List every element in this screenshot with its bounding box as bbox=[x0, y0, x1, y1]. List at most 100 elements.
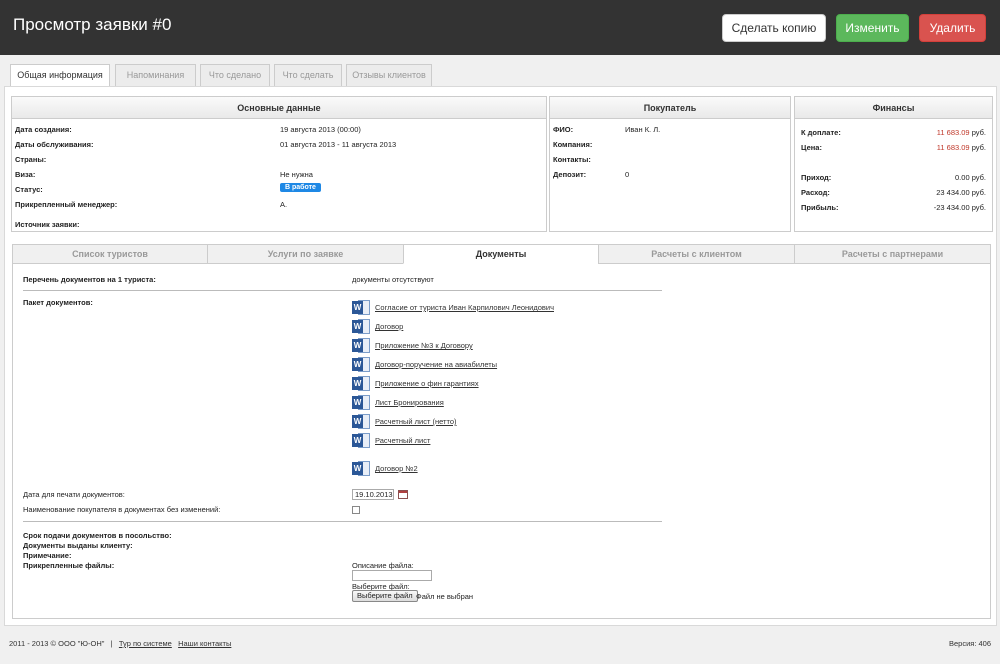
tab-done[interactable]: Что сделано bbox=[200, 64, 270, 86]
word-icon: W bbox=[352, 432, 371, 449]
buyer-title: Покупатель bbox=[550, 97, 790, 119]
main-data-title: Основные данные bbox=[12, 97, 546, 119]
divider bbox=[23, 290, 662, 291]
document-link[interactable]: Договор №2 bbox=[375, 464, 418, 473]
issued-label: Документы выданы клиенту: bbox=[23, 541, 133, 550]
subtab-partner-payments[interactable]: Расчеты с партнерами bbox=[794, 244, 991, 264]
status-cell: В работе bbox=[280, 182, 321, 192]
note-label: Примечание: bbox=[23, 551, 72, 560]
word-icon: W bbox=[352, 337, 371, 354]
visa-value: Не нужна bbox=[280, 170, 313, 179]
calendar-icon[interactable] bbox=[398, 490, 408, 499]
source-label: Источник заявки: bbox=[15, 220, 80, 229]
choose-file-button[interactable]: Выберите файл bbox=[352, 590, 418, 602]
file-desc-input[interactable] bbox=[352, 570, 432, 581]
word-icon: W bbox=[352, 413, 371, 430]
edit-button[interactable]: Изменить bbox=[836, 14, 909, 42]
docs-list-label: Перечень документов на 1 туриста: bbox=[23, 275, 156, 284]
document-link[interactable]: Расчетный лист bbox=[375, 436, 430, 445]
footer-left: 2011 - 2013 © ООО "Ю-ОН" | Тур по систем… bbox=[9, 639, 231, 648]
word-icon: W bbox=[352, 356, 371, 373]
top-bar: Просмотр заявки #0 Сделать копию Изменит… bbox=[0, 0, 1000, 55]
docs-list-value: документы отсутствуют bbox=[352, 275, 434, 284]
created-date-label: Дата создания: bbox=[15, 125, 72, 134]
status-label: Статус: bbox=[15, 185, 43, 194]
deposit-value: 0 bbox=[625, 170, 630, 179]
finance-panel: Финансы К доплате: 11 683.09 руб. Цена: … bbox=[794, 96, 993, 232]
copyright: 2011 - 2013 © ООО "Ю-ОН" bbox=[9, 639, 105, 648]
document-link[interactable]: Приложение о фин гарантиях bbox=[375, 379, 479, 388]
document-link[interactable]: Договор bbox=[375, 322, 403, 331]
price-currency: руб. bbox=[971, 143, 986, 152]
footer: 2011 - 2013 © ООО "Ю-ОН" | Тур по систем… bbox=[0, 630, 1000, 660]
income-label: Приход: bbox=[801, 173, 832, 182]
income-value: 0.00 руб. bbox=[955, 173, 986, 182]
created-date-value: 19 августа 2013 (00:00) bbox=[280, 125, 361, 134]
buyer-name-label: Наименование покупателя в документах без… bbox=[23, 505, 221, 514]
document-link[interactable]: Договор-поручение на авиабилеты bbox=[375, 360, 497, 369]
word-icon: W bbox=[352, 299, 371, 316]
subtab-tourists[interactable]: Список туристов bbox=[12, 244, 208, 264]
documents-section: Перечень документов на 1 туриста: докуме… bbox=[12, 263, 991, 619]
main-data-panel: Основные данные Дата создания: 19 август… bbox=[11, 96, 547, 232]
print-date-input[interactable]: 19.10.2013 bbox=[352, 489, 394, 500]
visa-label: Виза: bbox=[15, 170, 36, 179]
file-desc-label: Описание файла: bbox=[352, 561, 414, 570]
price-label: Цена: bbox=[801, 143, 822, 152]
expense-label: Расход: bbox=[801, 188, 830, 197]
service-dates-label: Даты обслуживания: bbox=[15, 140, 94, 149]
document-link[interactable]: Согласие от туриста Иван Карпилович Леон… bbox=[375, 303, 554, 312]
divider bbox=[23, 521, 662, 522]
word-icon: W bbox=[352, 460, 371, 477]
deposit-label: Депозит: bbox=[553, 170, 587, 179]
main-content: Основные данные Дата создания: 19 август… bbox=[4, 86, 997, 626]
subtab-client-payments[interactable]: Расчеты с клиентом bbox=[598, 244, 795, 264]
profit-label: Прибыль: bbox=[801, 203, 839, 212]
countries-label: Страны: bbox=[15, 155, 47, 164]
no-file-text: Файл не выбран bbox=[416, 592, 474, 601]
fio-label: ФИО: bbox=[553, 125, 574, 134]
company-label: Компания: bbox=[553, 140, 593, 149]
deadline-label: Срок подачи документов в посольство: bbox=[23, 531, 172, 540]
subtab-services[interactable]: Услуги по заявке bbox=[207, 244, 404, 264]
status-badge: В работе bbox=[280, 183, 321, 192]
sub-tabs: Список туристов Услуги по заявке Докумен… bbox=[12, 244, 991, 264]
buyer-panel: Покупатель ФИО: Иван К. Л. Компания: Кон… bbox=[549, 96, 791, 232]
tab-reminders[interactable]: Напоминания bbox=[115, 64, 196, 86]
document-link[interactable]: Расчетный лист (нетто) bbox=[375, 417, 457, 426]
footer-separator: | bbox=[110, 639, 113, 648]
expense-value: 23 434.00 руб. bbox=[936, 188, 986, 197]
print-date-label: Дата для печати документов: bbox=[23, 490, 125, 499]
word-icon: W bbox=[352, 318, 371, 335]
files-label: Прикрепленные файлы: bbox=[23, 561, 115, 570]
finance-title: Финансы bbox=[795, 97, 992, 119]
version: Версия: 406 bbox=[948, 639, 991, 648]
document-link[interactable]: Лист Бронирования bbox=[375, 398, 444, 407]
buyer-name-checkbox[interactable] bbox=[352, 506, 360, 514]
manager-label: Прикрепленный менеджер: bbox=[15, 200, 118, 209]
delete-button[interactable]: Удалить bbox=[919, 14, 986, 42]
document-link[interactable]: Приложение №3 к Договору bbox=[375, 341, 473, 350]
tab-reviews[interactable]: Отзывы клиентов bbox=[346, 64, 432, 86]
page-title: Просмотр заявки #0 bbox=[13, 15, 172, 34]
package-label: Пакет документов: bbox=[23, 298, 93, 307]
profit-value: -23 434.00 руб. bbox=[933, 203, 986, 212]
word-icon: W bbox=[352, 394, 371, 411]
price-value: 11 683.09 bbox=[936, 143, 970, 152]
tab-general-info[interactable]: Общая информация bbox=[10, 64, 110, 87]
subtab-documents[interactable]: Документы bbox=[403, 244, 599, 264]
contacts-label: Контакты: bbox=[553, 155, 591, 164]
price-cell: 11 683.09 руб. bbox=[937, 143, 986, 152]
to-pay-value: 11 683.09 bbox=[936, 128, 970, 137]
contacts-link[interactable]: Наши контакты bbox=[178, 639, 231, 648]
tour-link[interactable]: Тур по системе bbox=[119, 639, 172, 648]
copy-button[interactable]: Сделать копию bbox=[722, 14, 826, 42]
service-dates-value: 01 августа 2013 - 11 августа 2013 bbox=[280, 140, 397, 149]
to-pay-label: К доплате: bbox=[801, 128, 841, 137]
to-pay-cell: 11 683.09 руб. bbox=[937, 128, 986, 137]
word-icon: W bbox=[352, 375, 371, 392]
tab-todo[interactable]: Что сделать bbox=[274, 64, 342, 86]
fio-value: Иван К. Л. bbox=[625, 125, 661, 134]
manager-value: А. bbox=[280, 200, 288, 209]
to-pay-currency: руб. bbox=[971, 128, 986, 137]
